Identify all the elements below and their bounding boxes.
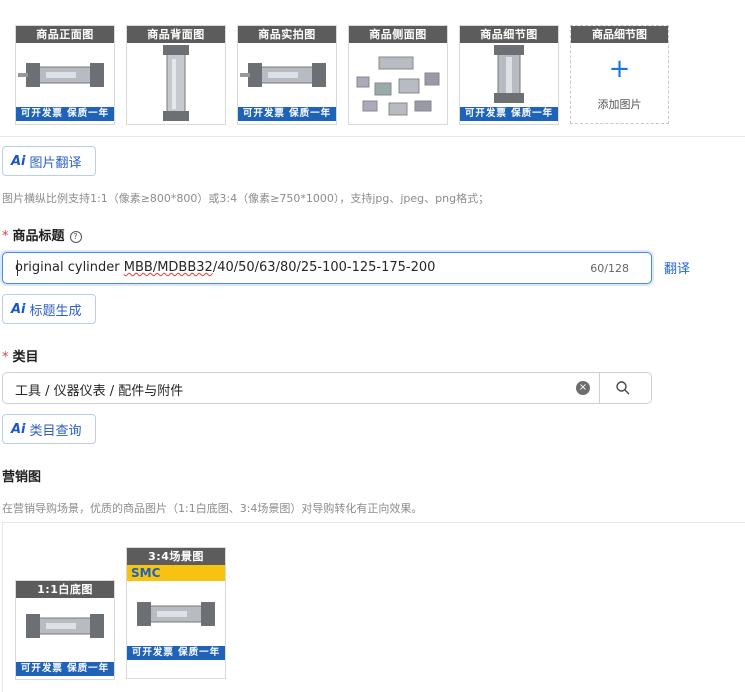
- help-icon[interactable]: ?: [69, 230, 82, 243]
- image-label: 3:4场景图: [127, 548, 225, 565]
- title-label-text: 商品标题: [12, 229, 65, 244]
- category-value: 工具 / 仪器仪表 / 配件与附件: [15, 384, 184, 399]
- brand-logo: SMC: [131, 566, 161, 580]
- marketing-hint: 在营销导购场景，优质的商品图片（1:1白底图、3:4场景图）对导购转化有正向效果…: [2, 502, 423, 515]
- category-query-label: 类目查询: [29, 423, 82, 439]
- add-image-slot[interactable]: 商品细节图 + 添加图片: [570, 25, 669, 124]
- cylinder-real-photo-icon: [240, 63, 326, 87]
- divider: [599, 373, 600, 403]
- product-image-detail[interactable]: 商品细节图 可开发票 保质一年: [459, 25, 559, 125]
- cylinder-scene-photo-icon: [137, 602, 215, 626]
- image-label: 商品侧面图: [349, 26, 447, 43]
- image-label: 商品实拍图: [238, 26, 336, 43]
- category-label-text: 类目: [12, 350, 39, 365]
- category-select[interactable]: 工具 / 仪器仪表 / 配件与附件 ×: [2, 372, 652, 404]
- translate-link[interactable]: 翻译: [664, 258, 690, 277]
- cylinder-front-photo-icon: [18, 63, 104, 87]
- search-icon[interactable]: [615, 380, 631, 396]
- marketing-white-bg-image[interactable]: 1:1白底图 可开发票 保质一年: [15, 580, 115, 680]
- required-mark: *: [2, 229, 9, 244]
- product-image-front[interactable]: 商品正面图 可开发票 保质一年: [15, 25, 115, 125]
- title-value-misspelled: MBB/MDBB32: [123, 260, 213, 275]
- title-generate-label: 标题生成: [29, 303, 82, 319]
- category-query-button[interactable]: Ai 类目查询: [2, 414, 96, 444]
- title-char-count: 60/128: [590, 262, 629, 275]
- image-footer: 可开发票 保质一年: [238, 107, 336, 121]
- image-label: 商品细节图: [571, 26, 668, 43]
- category-field-label: * 类目: [2, 346, 39, 365]
- brand-banner: SMC: [127, 565, 225, 581]
- marketing-label: 营销图: [2, 470, 42, 485]
- cylinder-detail-photo-icon: [494, 45, 524, 103]
- product-image-side[interactable]: 商品侧面图: [348, 25, 448, 125]
- image-label: 1:1白底图: [16, 581, 114, 598]
- title-input[interactable]: original cylinder MBB/MDBB32/40/50/63/80…: [2, 252, 652, 284]
- image-translate-button[interactable]: Ai 图片翻译: [2, 146, 96, 176]
- ai-icon: Ai: [11, 301, 26, 317]
- image-footer: 可开发票 保质一年: [127, 646, 225, 660]
- plus-icon: +: [608, 54, 631, 84]
- clear-icon[interactable]: ×: [576, 381, 590, 395]
- title-value-prefix: original cylinder: [15, 260, 124, 275]
- ai-icon: Ai: [11, 421, 26, 437]
- product-image-back[interactable]: 商品背面图: [126, 25, 226, 125]
- image-footer: 可开发票 保质一年: [16, 107, 114, 121]
- image-format-hint: 图片横纵比例支持1:1（像素≥800*800）或3:4（像素≥750*1000）…: [2, 192, 490, 205]
- cylinder-photo-icon: [26, 614, 104, 638]
- title-input-value: original cylinder MBB/MDBB32/40/50/63/80…: [15, 260, 435, 275]
- product-image-real[interactable]: 商品实拍图 可开发票 保质一年: [237, 25, 337, 125]
- title-generate-button[interactable]: Ai 标题生成: [2, 294, 96, 324]
- image-footer: 可开发票 保质一年: [460, 107, 558, 121]
- add-image-text: 添加图片: [597, 98, 642, 111]
- cylinder-back-photo-icon: [163, 45, 189, 121]
- cylinder-parts-diagram-icon: [356, 56, 440, 116]
- image-label: 商品背面图: [127, 26, 225, 43]
- image-footer: 可开发票 保质一年: [16, 662, 114, 676]
- title-value-suffix: /40/50/63/80/25-100-125-175-200: [212, 260, 436, 275]
- image-label: 商品细节图: [460, 26, 558, 43]
- required-mark: *: [2, 350, 9, 365]
- title-field-label: * 商品标题?: [2, 225, 82, 244]
- ai-icon: Ai: [11, 153, 26, 169]
- marketing-scene-image[interactable]: 3:4场景图 SMC 可开发票 保质一年: [126, 547, 226, 679]
- image-label: 商品正面图: [16, 26, 114, 43]
- image-translate-label: 图片翻译: [29, 155, 82, 171]
